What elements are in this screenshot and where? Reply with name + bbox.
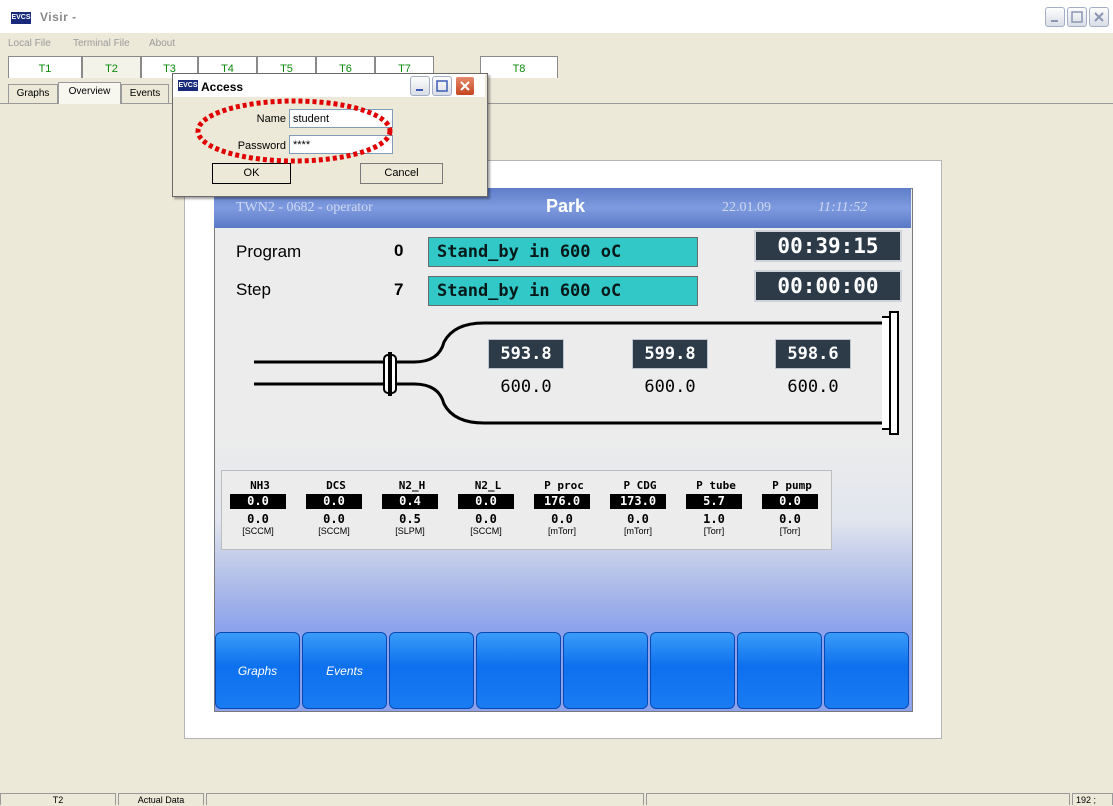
program-timer: 00:39:15 [754, 230, 902, 262]
gas-unit: [SCCM] [470, 526, 502, 536]
highlight-ellipse [195, 98, 393, 164]
gas-actual: 173.0 [610, 494, 666, 509]
dialog-title: Access [201, 80, 244, 94]
maximize-icon [1071, 11, 1083, 23]
tab-t1[interactable]: T1 [8, 56, 82, 78]
softkey-4[interactable] [476, 632, 561, 709]
gas-name: P tube [696, 479, 736, 492]
gas-name: NH3 [250, 479, 270, 492]
gas-setpoint: 0.0 [247, 512, 269, 526]
gas-setpoint: 0.5 [399, 512, 421, 526]
zone1-actual: 593.8 [488, 339, 564, 369]
maximize-icon [436, 80, 448, 92]
gas-setpoint: 0.0 [323, 512, 345, 526]
softkey-events[interactable]: Events [302, 632, 387, 709]
gas-setpoint: 0.0 [627, 512, 649, 526]
zone2-actual: 599.8 [632, 339, 708, 369]
gas-name: N2_H [398, 479, 426, 492]
softkey-bar: Graphs Events [214, 632, 911, 710]
program-label: Program [236, 242, 302, 261]
softkey-3[interactable] [389, 632, 474, 709]
hmi-mode: Park [546, 196, 586, 216]
gas-flow-panel: NH3 0.0 0.0 [SCCM] DCS 0.0 0.0 [SCCM] N2… [221, 470, 832, 550]
tab-t8[interactable]: T8 [480, 56, 558, 78]
gas-unit: [SCCM] [318, 526, 350, 536]
gas-actual: 5.7 [686, 494, 742, 509]
gas-unit: [Torr] [703, 526, 725, 536]
title-bar [0, 0, 1113, 33]
gas-setpoint: 0.0 [475, 512, 497, 526]
gas-name: P CDG [623, 479, 657, 492]
hmi-time: 11:11:52 [818, 200, 868, 215]
gas-unit: [Torr] [779, 526, 801, 536]
gas-actual: 0.0 [230, 494, 286, 509]
gas-setpoint: 0.0 [779, 512, 801, 526]
softkey-5[interactable] [563, 632, 648, 709]
zone1-setpoint: 600.0 [500, 377, 552, 397]
status-right: 192 ; [1072, 793, 1113, 805]
hmi-date: 22.01.09 [722, 200, 771, 215]
gas-unit: [mTorr] [548, 526, 576, 536]
menu-bar: Local File Terminal File About [0, 33, 1113, 53]
softkey-6[interactable] [650, 632, 735, 709]
softkey-7[interactable] [737, 632, 822, 709]
gas-actual: 0.0 [306, 494, 362, 509]
close-icon [460, 81, 470, 91]
gas-setpoint: 1.0 [703, 512, 725, 526]
gas-unit: [SCCM] [242, 526, 274, 536]
step-timer: 00:00:00 [754, 270, 902, 302]
program-number: 0 [394, 241, 404, 260]
hmi-system-id: TWN2 - 0682 - operator [236, 200, 373, 215]
gas-actual: 0.4 [382, 494, 438, 509]
zone3-setpoint: 600.0 [787, 377, 839, 397]
menu-terminal-file[interactable]: Terminal File [73, 38, 130, 49]
program-name: Stand_by in 600 oC [428, 237, 698, 267]
status-mode: Actual Data [118, 793, 204, 805]
menu-local-file[interactable]: Local File [8, 38, 51, 49]
tab-graphs[interactable]: Graphs [8, 84, 58, 103]
furnace-tube-diagram [254, 311, 899, 435]
zone2-setpoint: 600.0 [644, 377, 696, 397]
gas-actual: 0.0 [458, 494, 514, 509]
step-number: 7 [394, 280, 404, 299]
status-bar: T2 Actual Data 192 ; [0, 793, 1113, 805]
tab-events[interactable]: Events [121, 84, 169, 103]
gas-name: N2_L [474, 479, 502, 492]
minimize-icon [416, 89, 423, 91]
softkey-8[interactable] [824, 632, 909, 709]
gas-setpoint: 0.0 [551, 512, 573, 526]
app-title: Visir - [40, 10, 77, 24]
menu-about[interactable]: About [149, 38, 175, 49]
step-label: Step [236, 280, 271, 299]
gas-name: P proc [544, 479, 584, 492]
zone3-actual: 598.6 [775, 339, 851, 369]
status-info [646, 793, 1070, 805]
dialog-minimize-button[interactable] [410, 76, 430, 96]
status-tube: T2 [0, 793, 116, 805]
softkey-graphs[interactable]: Graphs [215, 632, 300, 709]
maximize-button[interactable] [1067, 7, 1087, 27]
gas-name: DCS [326, 479, 346, 492]
close-button[interactable] [1089, 7, 1109, 27]
gas-unit: [SLPM] [395, 526, 425, 536]
close-icon [1094, 12, 1104, 22]
dialog-app-icon: EVCS [178, 80, 198, 91]
tab-overview[interactable]: Overview [58, 82, 121, 104]
minimize-icon [1051, 20, 1058, 22]
tab-t2[interactable]: T2 [82, 56, 141, 78]
minimize-button[interactable] [1045, 7, 1065, 27]
app-icon: EVCS [10, 11, 32, 25]
status-message [206, 793, 644, 805]
gas-name: P pump [772, 479, 812, 492]
subtab-divider [0, 103, 1113, 104]
gas-actual: 0.0 [762, 494, 818, 509]
gas-unit: [mTorr] [624, 526, 652, 536]
gas-actual: 176.0 [534, 494, 590, 509]
dialog-maximize-button[interactable] [432, 76, 452, 96]
dialog-close-button[interactable] [455, 76, 475, 96]
